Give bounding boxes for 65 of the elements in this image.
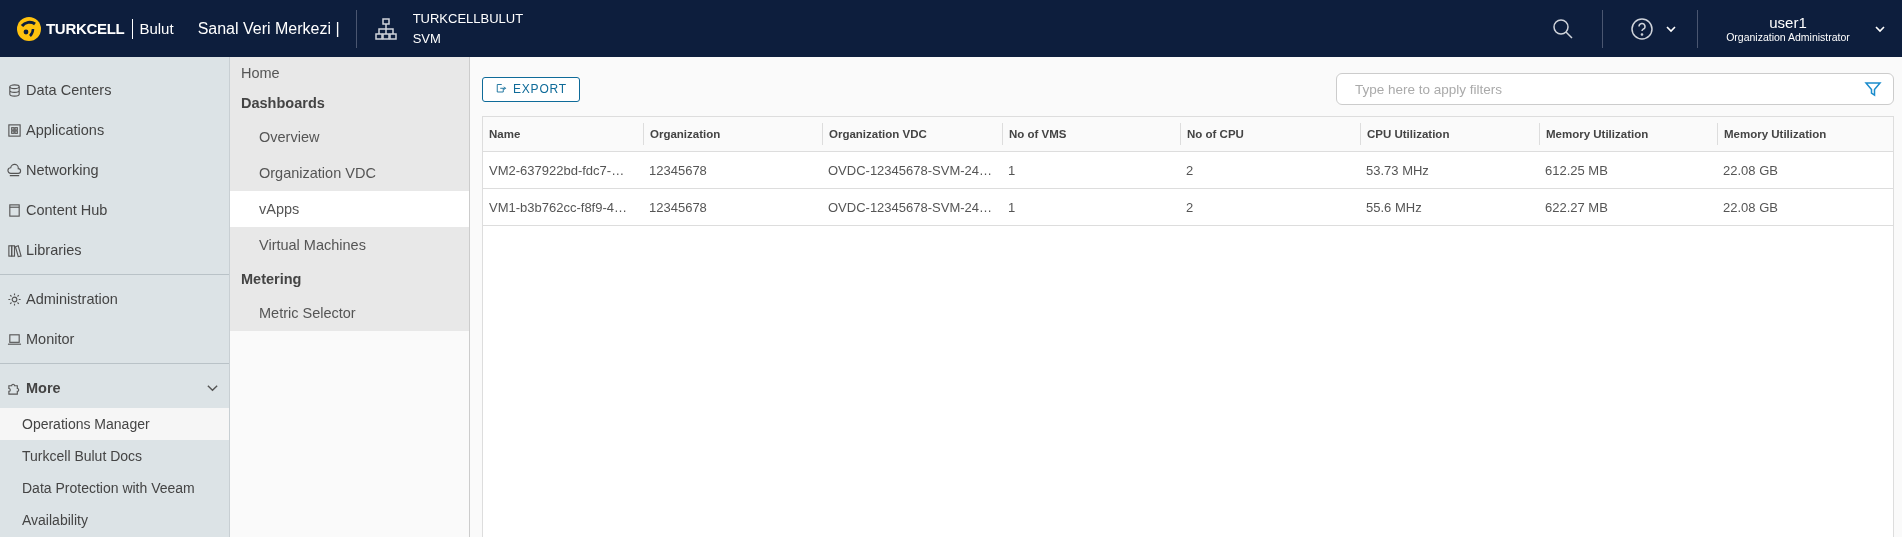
table-cell-text: VM2-637922bd-fdc7-…: [488, 161, 626, 180]
column-header[interactable]: No of VMS: [1002, 123, 1180, 145]
help-icon[interactable]: [1629, 15, 1655, 42]
filter-icon[interactable]: [1864, 80, 1882, 98]
table-cell-text: OVDC-12345678-SVM-24…: [827, 198, 994, 217]
column-header[interactable]: Memory Utilization: [1717, 123, 1893, 145]
sidebar-item[interactable]: Monitor: [0, 319, 229, 359]
brand-name: Bulut: [132, 18, 174, 39]
table-cell-text: 2: [1185, 161, 1195, 180]
table-cell-text: 622.27 MB: [1544, 198, 1609, 217]
org-name: TURKCELLBULUT: [412, 9, 524, 28]
books-icon: [7, 242, 22, 258]
document-icon: [7, 202, 22, 218]
table-cell-text: OVDC-12345678-SVM-24…: [827, 161, 994, 180]
table-cell-text: 1: [1007, 161, 1017, 180]
column-header[interactable]: Memory Utilization: [1539, 123, 1717, 145]
sidebar-item[interactable]: Operations Manager: [0, 408, 229, 440]
storage-icon: [7, 82, 22, 98]
nav-link[interactable]: Home: [230, 59, 469, 87]
logo-text: TURKCELL: [46, 20, 125, 37]
grid-icon: [7, 122, 22, 138]
sidebar-item[interactable]: Networking: [0, 150, 229, 190]
nav-link[interactable]: Virtual Machines: [230, 227, 469, 263]
sidebar-item[interactable]: Turkcell Bulut Docs: [0, 440, 229, 472]
table-cell-text: 12345678: [648, 198, 708, 217]
gear-icon: [7, 291, 22, 307]
column-header[interactable]: CPU Utilization: [1360, 123, 1539, 145]
sidebar-item[interactable]: Applications: [0, 110, 229, 150]
table-cell-text: 55.6 MHz: [1365, 198, 1423, 217]
more-menu[interactable]: More: [0, 368, 229, 408]
table-cell-text: 1: [1007, 198, 1017, 217]
sidebar-item[interactable]: Data Centers: [0, 70, 229, 110]
section-heading: Metering: [240, 270, 303, 289]
table-cell-text: VM1-b3b762cc-f8f9-4…: [488, 198, 628, 217]
table-cell-text: 22.08 GB: [1722, 161, 1779, 180]
sidebar-item[interactable]: Content Hub: [0, 190, 229, 230]
table-cell-text: 2: [1185, 198, 1195, 217]
laptop-icon: [7, 331, 22, 347]
table-cell-text: 612.25 MB: [1544, 161, 1609, 180]
column-header[interactable]: No of CPU: [1180, 123, 1360, 145]
export-button[interactable]: EXPORT: [482, 76, 580, 102]
sidebar-item[interactable]: Data Protection with Veeam: [0, 472, 229, 504]
cloud-icon: [7, 162, 22, 178]
sidebar-item[interactable]: Availability: [0, 504, 229, 536]
app-title: Sanal Veri Merkezi |: [197, 19, 340, 38]
org-name: SVM: [412, 29, 442, 48]
sidebar-item[interactable]: Libraries: [0, 230, 229, 270]
nav-link[interactable]: Overview: [230, 119, 469, 155]
hierarchy-icon: [372, 15, 399, 42]
nav-link[interactable]: Organization VDC: [230, 155, 469, 191]
section-heading: Dashboards: [240, 94, 326, 113]
filter-field[interactable]: Type here to apply filters: [1336, 73, 1894, 105]
sidebar-item[interactable]: Administration: [0, 279, 229, 319]
column-header[interactable]: Organization VDC: [822, 123, 1002, 145]
column-header[interactable]: Organization: [643, 123, 822, 145]
user-role: Organization Administrator: [1726, 31, 1850, 43]
nav-link[interactable]: vApps: [230, 191, 469, 227]
table-cell-text: 53.73 MHz: [1365, 161, 1430, 180]
nav-link[interactable]: Metric Selector: [230, 295, 469, 331]
user-name: user1: [1769, 14, 1807, 31]
export-icon: [495, 83, 507, 95]
table-cell-text: 12345678: [648, 161, 708, 180]
table-cell-text: 22.08 GB: [1722, 198, 1779, 217]
column-header[interactable]: Name: [483, 123, 643, 145]
logo-icon: [16, 15, 42, 42]
